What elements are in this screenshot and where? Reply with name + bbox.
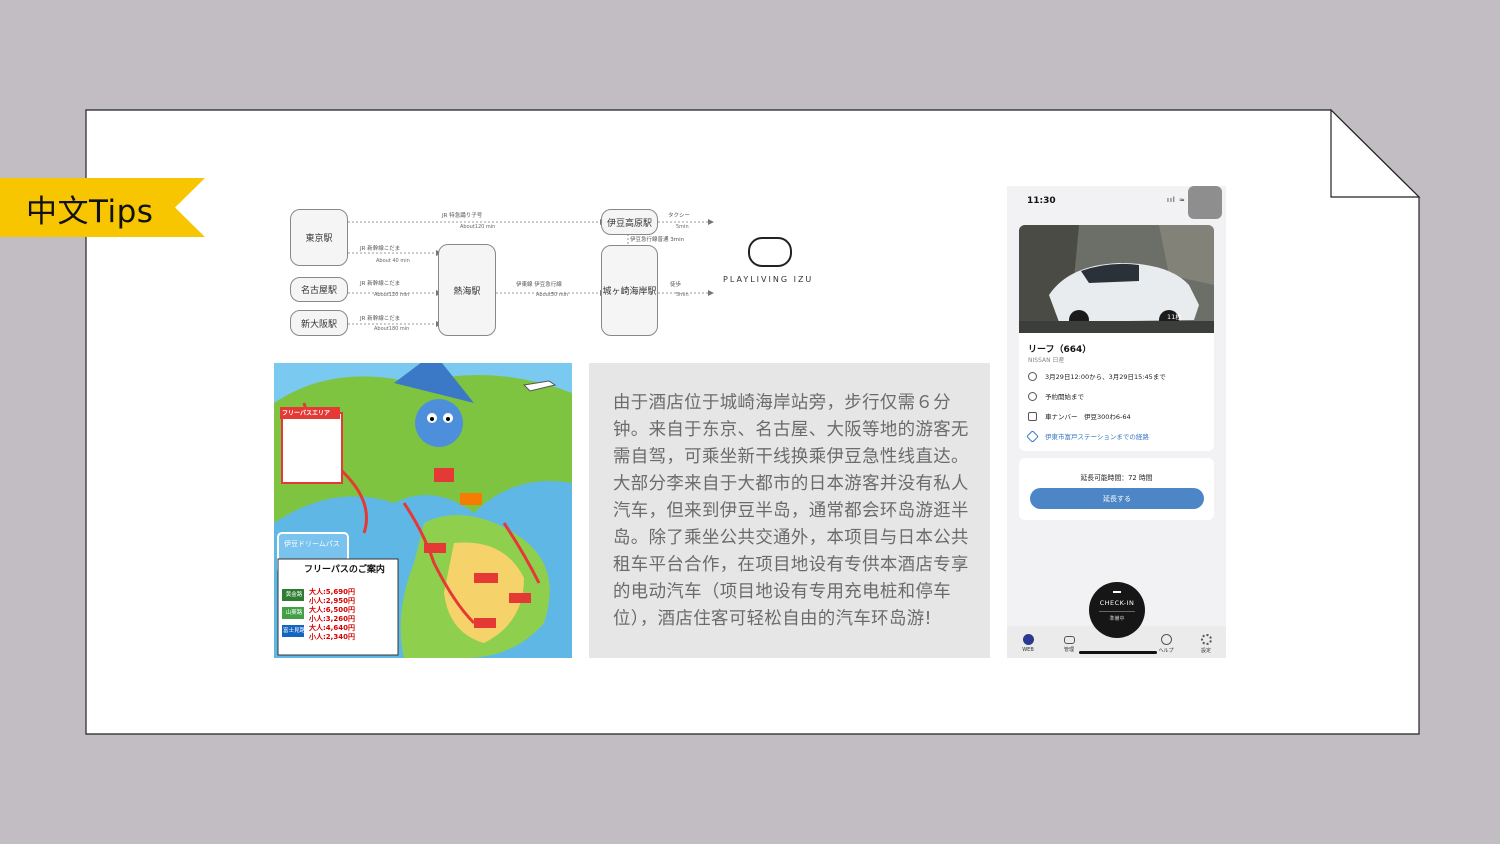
route-tokyo-direct: JR 特急踊り子号 — [442, 213, 483, 219]
station-jogasaki: 城ヶ崎海岸駅 — [601, 245, 658, 336]
tab-web[interactable]: WEB — [1016, 634, 1040, 653]
timer-icon — [1028, 391, 1037, 401]
route-taxi-time: 5min — [676, 224, 689, 230]
globe-icon — [1022, 634, 1034, 645]
gear-icon — [1200, 634, 1212, 645]
extend-available-label: 延長可能時間：72 時間 — [1080, 474, 1153, 482]
route-osaka-atami-time: About180 min — [374, 326, 410, 332]
route-izukyu: 伊豆急行線普通 3min — [630, 237, 685, 243]
description-panel: 由于酒店位于城崎海岸站旁，步行仅需６分钟。来自于东京、名古屋、大阪等地的游客无需… — [589, 363, 990, 658]
route-nagoya-atami: JR 新幹線こだま — [360, 281, 401, 287]
brand-name: PLAYLIVING IZU — [723, 275, 814, 284]
car-photo[interactable] — [1019, 225, 1214, 333]
map-pass-table: 黄金路 大人:5,690円 小人:2,950円 山葵路 大人:6,500円 小人… — [283, 588, 401, 643]
route-lines — [348, 219, 714, 327]
car-icon — [1028, 411, 1037, 421]
photo-count: 11枚 — [1167, 313, 1182, 321]
route-diagram: 東京駅 名古屋駅 新大阪駅 熱海駅 伊豆高原駅 城ヶ崎海岸駅 JR 特急踊り子号… — [280, 196, 840, 346]
route-nagoya-atami-time: About120 min — [374, 292, 410, 298]
route-osaka-atami: JR 新幹線こだま — [360, 316, 401, 322]
home-indicator — [1079, 651, 1157, 654]
car-maker: NISSAN 日産 — [1028, 357, 1065, 364]
car-name: リーフ（664） — [1028, 345, 1092, 355]
route-tokyo-direct-time: About120 min — [460, 224, 496, 230]
pass-row: 富士見路 大人:4,640円 小人:2,340円 — [283, 624, 355, 641]
route-walk-time: 5min — [676, 292, 689, 298]
map-free-pass-title: フリーパスのご案内 — [304, 565, 385, 575]
extend-card: 延長可能時間：72 時間 延長する — [1019, 458, 1214, 520]
station-nagoya: 名古屋駅 — [290, 277, 348, 302]
map-pass-card: 伊豆ドリームパス — [284, 540, 340, 548]
description-paragraph-2: 大部分李来自于大都市的日本游客并没有私人汽车，但来到伊豆半岛，通常都会环岛游逛半… — [613, 474, 969, 629]
route-taxi: タクシー — [668, 213, 691, 219]
until-start-row: 予約開始まで — [1028, 391, 1084, 401]
tab-help[interactable]: ヘルプ — [1154, 634, 1178, 654]
clock-icon — [1028, 371, 1037, 381]
route-atami-jogasaki-time: About50 min — [536, 292, 569, 298]
izu-illustrated-map: フリーパスエリア 伊豆ドリームパス フリーパスのご案内 黄金路 大人:5,690… — [274, 363, 572, 658]
car-icon — [1063, 636, 1075, 644]
tab-settings[interactable]: 設定 — [1194, 634, 1218, 654]
car-share-app-screen: 11:30 ııl ≈ ▭ 11枚 リーフ（664） NISSAN 日産 3月2… — [1007, 186, 1226, 658]
dash-icon — [1113, 591, 1121, 593]
station-tokyo: 東京駅 — [290, 209, 348, 266]
tab-manage[interactable]: 管理 — [1057, 634, 1081, 653]
plate-row: 車ナンバー 伊豆300わ6-64 — [1028, 411, 1131, 421]
route-walk: 徒歩 — [670, 282, 682, 288]
station-atami: 熱海駅 — [438, 244, 496, 336]
camera-overlay-icon — [1188, 186, 1222, 219]
period-row: 3月29日12:00から、3月29日15:45まで — [1028, 371, 1166, 381]
divider — [1099, 611, 1135, 612]
reservation-card[interactable]: 11枚 リーフ（664） NISSAN 日産 3月29日12:00から、3月29… — [1019, 225, 1214, 451]
playliving-logo-icon — [748, 237, 792, 267]
check-in-button[interactable]: CHECK-IN 準備中 — [1089, 582, 1145, 638]
map-banner: フリーパスエリア — [282, 410, 330, 417]
phone-help-icon — [1160, 634, 1172, 645]
route-tokyo-atami-time: About 40 min — [376, 258, 410, 264]
route-link[interactable]: 伊東市富戸ステーションまでの経路 — [1026, 429, 1149, 443]
status-time: 11:30 — [1027, 196, 1056, 206]
directions-icon — [1026, 429, 1039, 443]
tips-tag-label: 中文Tips — [26, 194, 154, 230]
extend-button[interactable]: 延長する — [1030, 488, 1204, 509]
route-atami-jogasaki: 伊東線 伊豆急行線 — [516, 282, 562, 288]
description-paragraph-1: 由于酒店位于城崎海岸站旁，步行仅需６分钟。来自于东京、名古屋、大阪等地的游客无需… — [613, 393, 969, 467]
station-shinosaka: 新大阪駅 — [290, 310, 348, 336]
station-izukogen: 伊豆高原駅 — [601, 209, 658, 235]
route-tokyo-atami: JR 新幹線こだま — [360, 246, 401, 252]
